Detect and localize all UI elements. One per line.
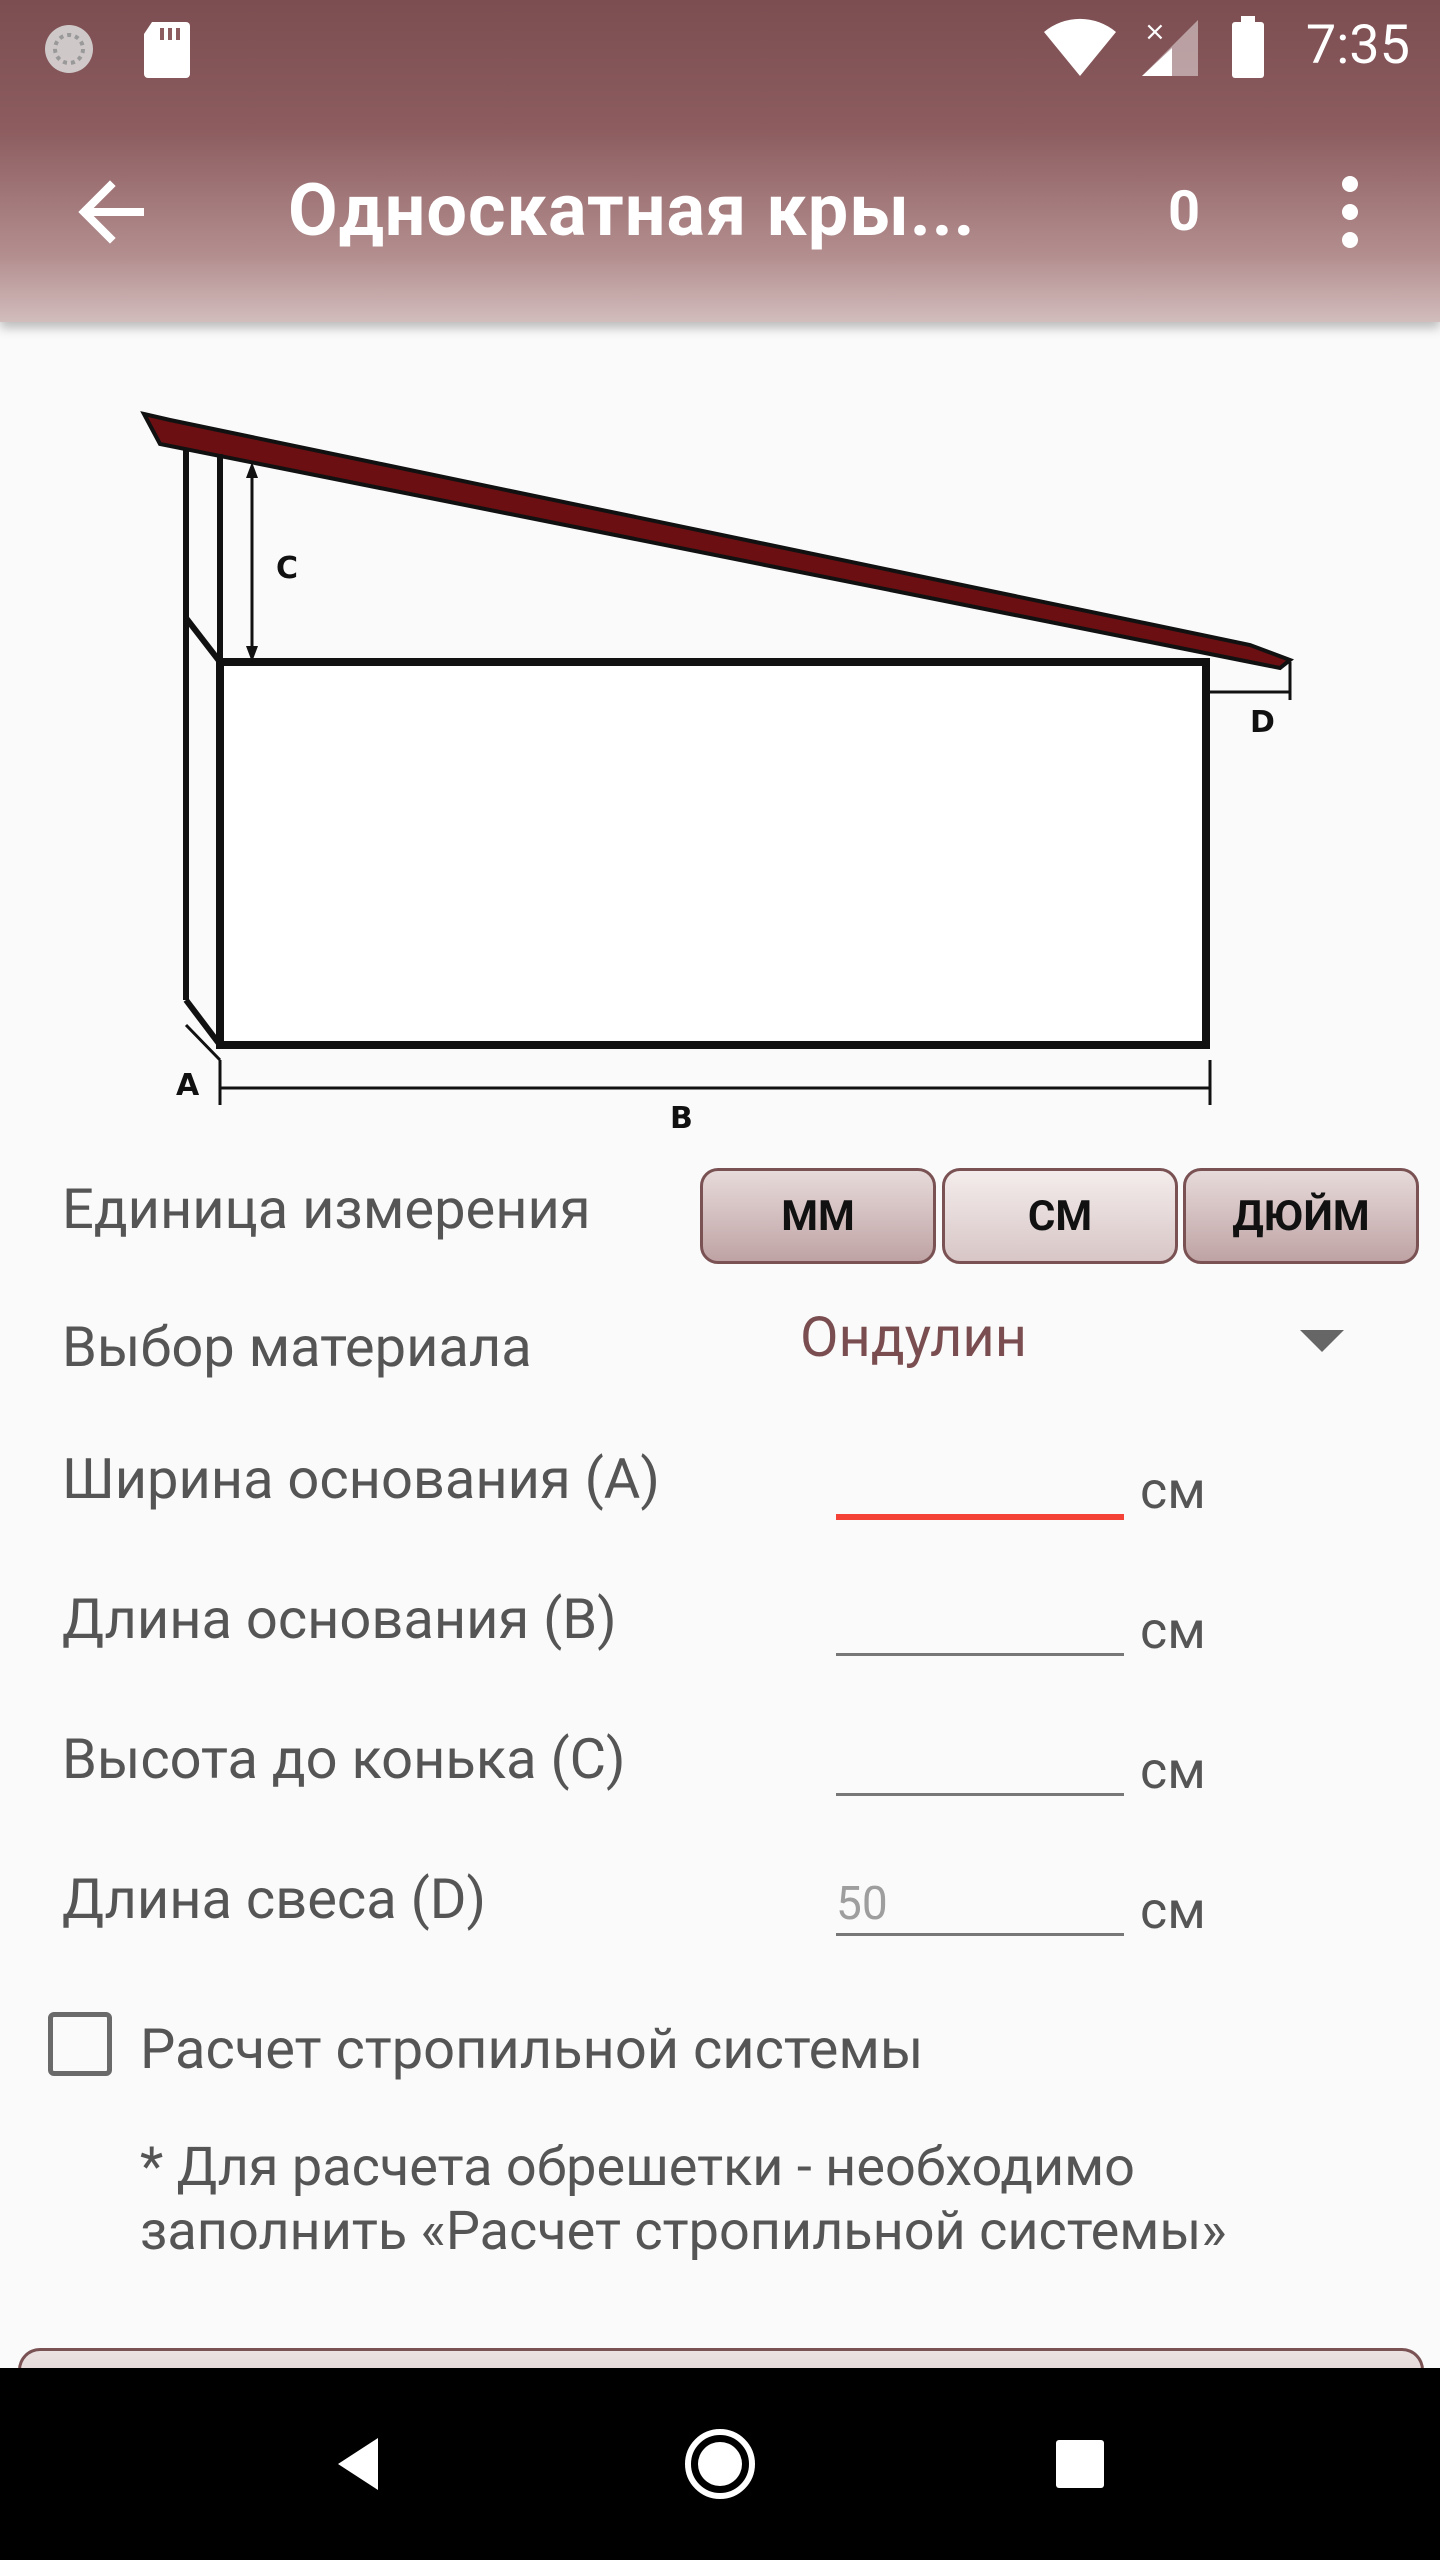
length-b-input[interactable] (836, 1596, 1124, 1656)
material-label: Выбор материала (62, 1314, 532, 1380)
height-c-field[interactable] (836, 1736, 1124, 1792)
more-vert-icon[interactable] (1330, 170, 1370, 258)
roof-slab (140, 411, 1294, 671)
overhang-d-input[interactable] (836, 1876, 1124, 1936)
length-b-field[interactable] (836, 1596, 1124, 1652)
field-b-label: Длина основания (B) (62, 1586, 617, 1652)
unit-text: см (1140, 1600, 1206, 1661)
width-a-field[interactable] (836, 1460, 1124, 1516)
loading-icon (40, 20, 98, 82)
nav-home-icon[interactable] (660, 2368, 780, 2560)
unit-text: см (1140, 1460, 1206, 1521)
rafter-checkbox[interactable] (48, 2012, 112, 2076)
field-c-label: Высота до конька (C) (62, 1726, 626, 1792)
clock: 7:35 (1305, 14, 1410, 77)
page-title: Односкатная кры... (288, 168, 976, 253)
battery-icon (1230, 16, 1266, 84)
label-b: B (670, 1101, 693, 1136)
app-bar: Односкатная кры... 0 (0, 100, 1440, 322)
note-text: * Для расчета обрешетки - необходимо зап… (140, 2136, 1227, 2263)
counter-badge[interactable]: 0 (1168, 178, 1200, 244)
label-d: D (1250, 705, 1275, 740)
nav-back-icon[interactable] (300, 2368, 420, 2560)
height-c-input[interactable] (836, 1736, 1124, 1796)
field-a-label: Ширина основания (A) (62, 1446, 660, 1512)
unit-label: Единица измерения (62, 1176, 591, 1242)
status-bar: × 7:35 (0, 0, 1440, 100)
wifi-icon (1044, 18, 1116, 82)
material-select[interactable]: Ондулин (800, 1304, 1027, 1370)
field-d-label: Длина свеса (D) (62, 1866, 486, 1932)
sd-card-icon (142, 20, 192, 84)
width-a-input[interactable] (836, 1460, 1124, 1520)
overhang-d-field[interactable] (836, 1876, 1124, 1932)
svg-text:×: × (1144, 18, 1166, 47)
nav-recents-icon[interactable] (1020, 2368, 1140, 2560)
top-bar: × 7:35 Односкатная кры... 0 (0, 0, 1440, 322)
unit-mm-button[interactable]: ММ (700, 1168, 936, 1264)
roof-diagram: C D A B (140, 411, 1294, 1136)
label-c: C (276, 551, 298, 586)
unit-text: см (1140, 1740, 1206, 1801)
unit-inch-button[interactable]: ДЮЙМ (1183, 1168, 1419, 1264)
back-arrow-icon[interactable] (70, 170, 154, 258)
unit-cm-button[interactable]: СМ (942, 1168, 1178, 1264)
rafter-checkbox-label[interactable]: Расчет стропильной системы (140, 2016, 923, 2082)
unit-text: см (1140, 1880, 1206, 1941)
navigation-bar (0, 2368, 1440, 2560)
dropdown-arrow-icon[interactable] (1300, 1330, 1344, 1352)
signal-icon: × (1140, 17, 1200, 82)
label-a: A (176, 1068, 200, 1103)
